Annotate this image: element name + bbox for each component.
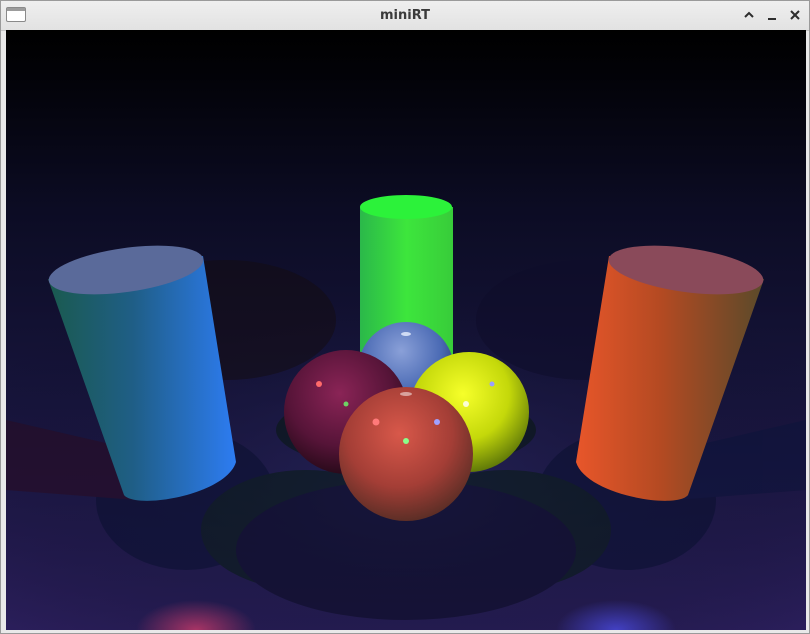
- close-icon: [790, 10, 800, 20]
- chevron-up-icon: [744, 11, 754, 18]
- render-viewport[interactable]: [6, 30, 806, 630]
- minimize-button[interactable]: [763, 6, 781, 24]
- minirt-window: miniRT: [0, 0, 810, 634]
- maximize-button[interactable]: [740, 6, 758, 24]
- window-title: miniRT: [379, 8, 430, 23]
- minimize-icon: [768, 18, 776, 20]
- rendered-scene: [6, 30, 806, 630]
- title-bar[interactable]: miniRT: [1, 1, 809, 31]
- red-sphere: [339, 387, 473, 521]
- close-button[interactable]: [786, 6, 804, 24]
